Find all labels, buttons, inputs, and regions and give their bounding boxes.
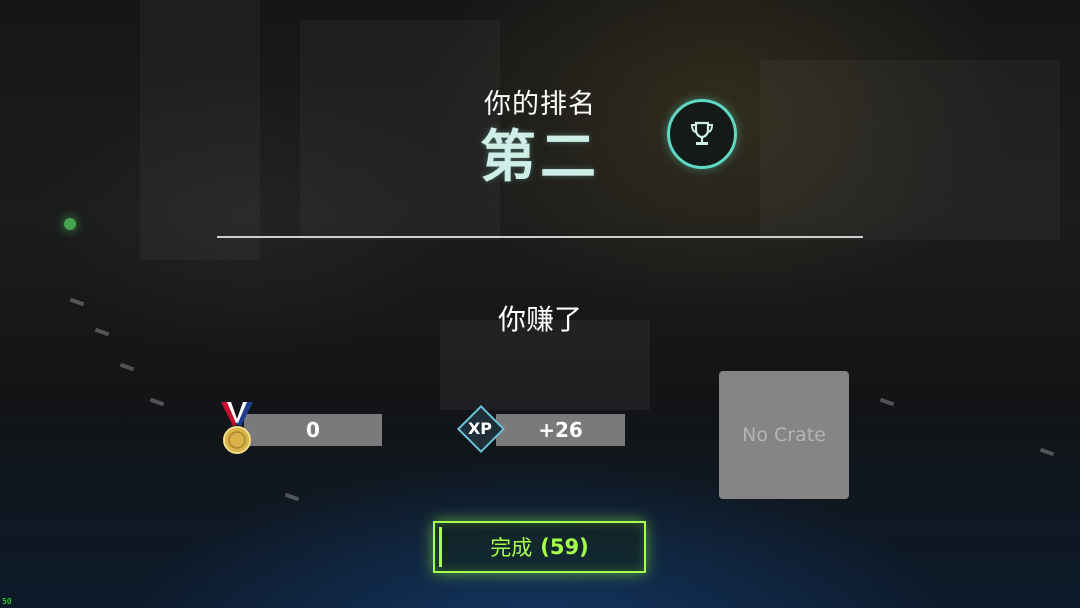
floor-marker	[149, 397, 165, 407]
floor-marker	[1039, 447, 1055, 457]
done-countdown: (59)	[540, 535, 589, 559]
done-button[interactable]: 完成 (59)	[433, 521, 646, 573]
medal-icon	[221, 402, 253, 454]
medal-reward-value: 0	[306, 418, 320, 442]
trophy-badge[interactable]	[667, 99, 737, 169]
floor-marker	[284, 492, 300, 502]
done-button-accent	[439, 527, 442, 567]
xp-reward-value: +26	[538, 418, 583, 442]
floor-marker	[119, 362, 135, 372]
fps-counter: 50	[2, 597, 12, 606]
rank-value: 第二	[480, 125, 600, 190]
background-green-light	[64, 218, 76, 230]
crate-label: No Crate	[742, 424, 826, 446]
xp-reward-bar: +26	[496, 414, 625, 446]
earned-label: 你赚了	[497, 303, 582, 336]
floor-marker	[879, 397, 895, 407]
crate-reward-box: No Crate	[719, 371, 849, 499]
medal-reward-bar: 0	[244, 414, 382, 446]
done-button-label: 完成	[490, 536, 533, 560]
xp-icon: XP	[456, 404, 506, 454]
section-divider	[217, 236, 863, 238]
game-screen: 你的排名 第二 你赚了 0 +26 XP No Crate 完成 (59) 50	[0, 0, 1080, 608]
xp-icon-label: XP	[467, 418, 493, 438]
trophy-icon	[690, 121, 714, 145]
